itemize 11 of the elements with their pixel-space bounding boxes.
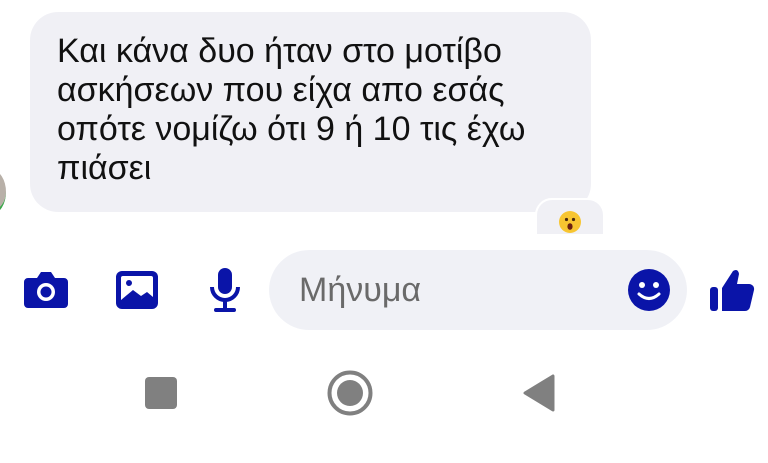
smiley-icon[interactable] — [627, 268, 671, 312]
camera-icon[interactable] — [22, 270, 70, 310]
back-icon[interactable] — [523, 374, 555, 412]
message-input[interactable]: Μήνυμα — [297, 270, 627, 310]
microphone-icon[interactable] — [207, 267, 243, 313]
thumbs-up-icon[interactable] — [709, 267, 755, 313]
image-icon[interactable] — [115, 270, 159, 310]
message-bubble: Και κάνα δυο ήταν στο μοτίβο ασκήσεων που είχα απο εσάς οπότε νομίζω ότι 9 ή 10 τις έχω πιάσει — [30, 12, 592, 212]
surprised-face-icon — [558, 210, 582, 234]
home-icon[interactable] — [327, 370, 373, 416]
message-field[interactable]: Μήνυμα — [269, 250, 687, 330]
